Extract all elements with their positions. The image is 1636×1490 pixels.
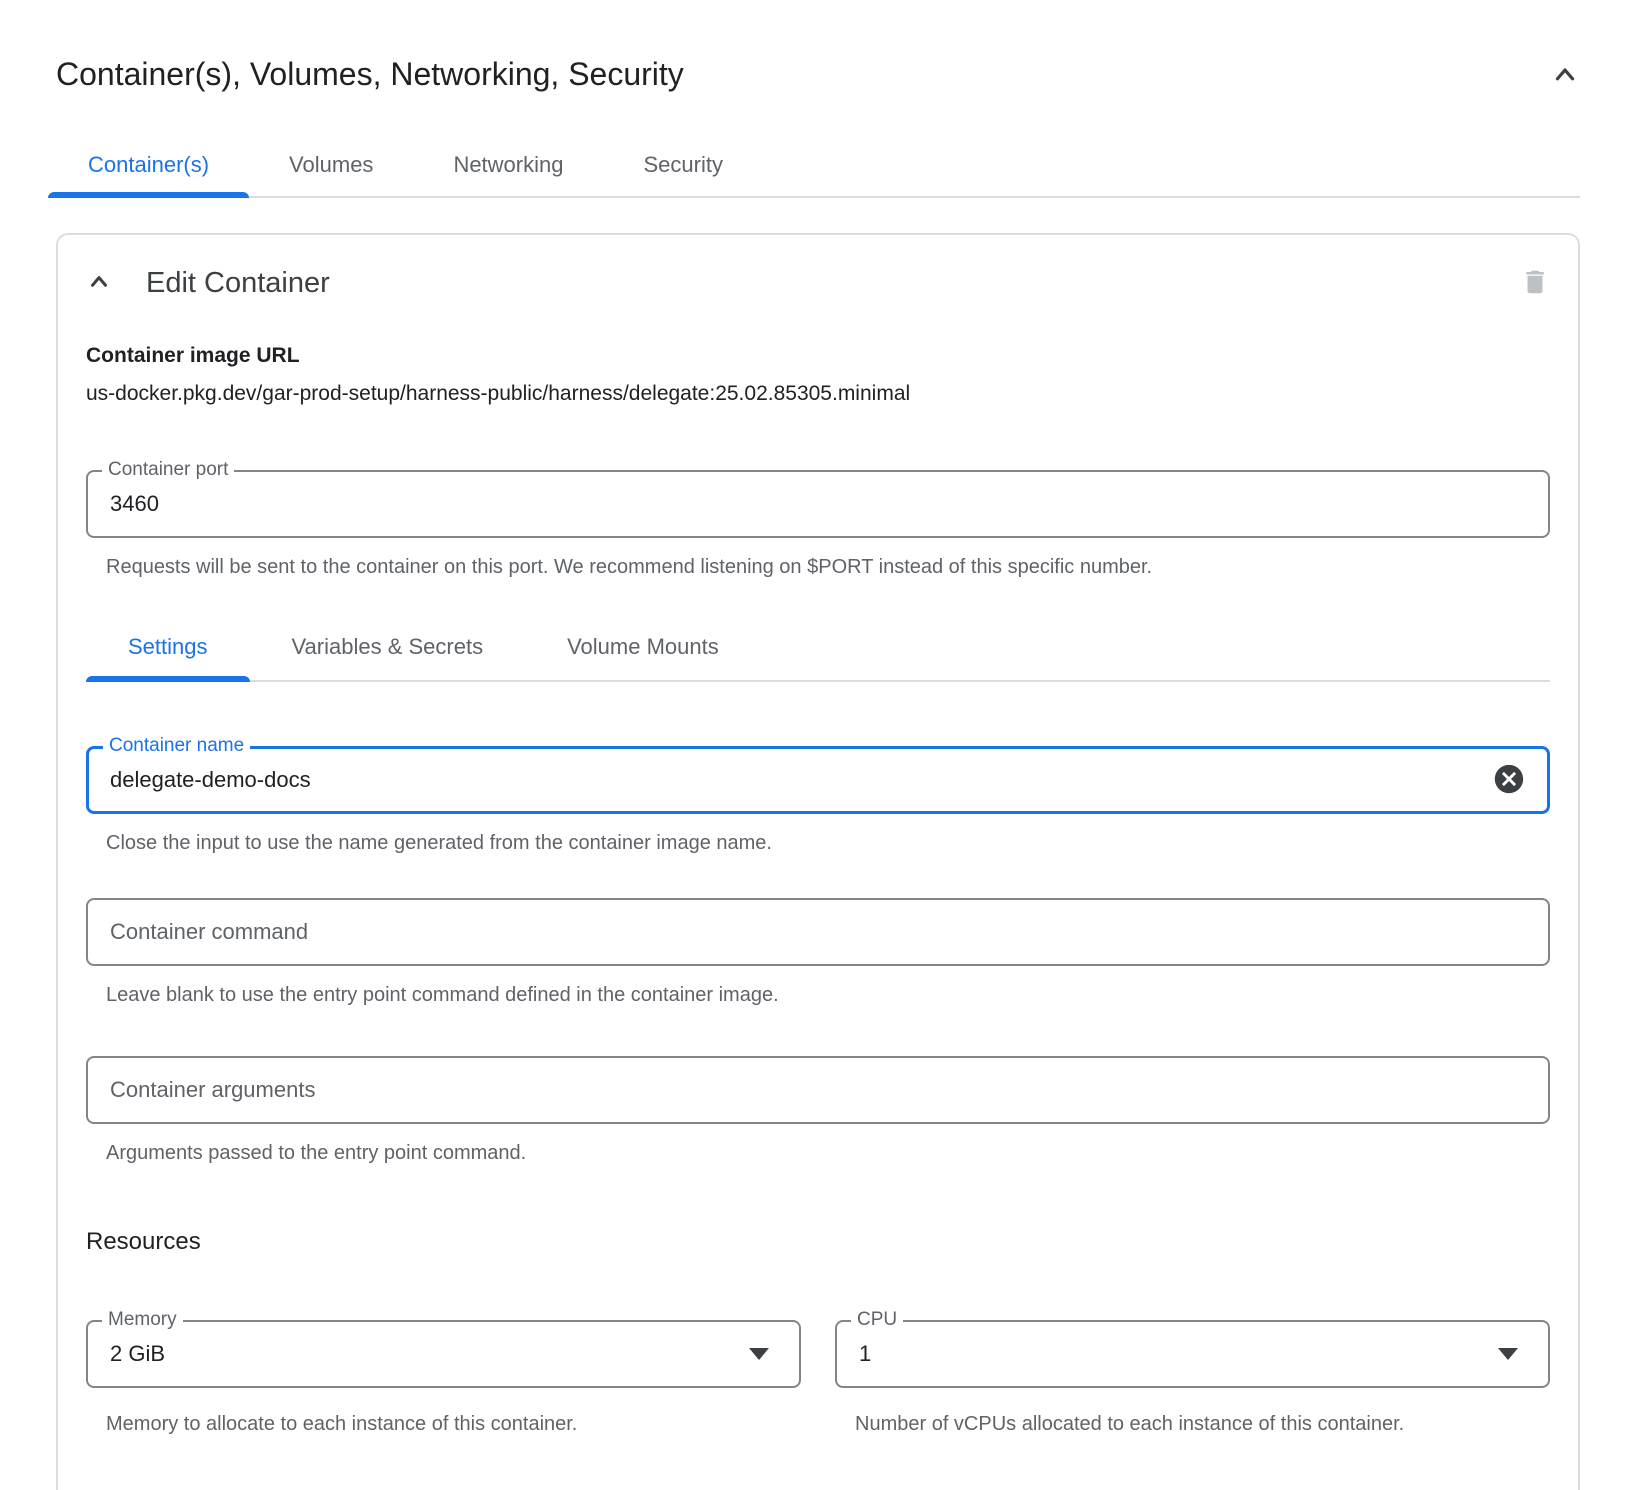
container-arguments-field[interactable] (86, 1056, 1550, 1124)
container-arguments-help: Arguments passed to the entry point comm… (106, 1140, 1550, 1166)
container-port-help: Requests will be sent to the container o… (106, 554, 1550, 580)
cpu-column: CPU 1 Number of vCPUs allocated to each … (835, 1320, 1550, 1442)
panel-header: Container(s), Volumes, Networking, Secur… (56, 54, 1580, 94)
resources-row: Memory 2 GiB Memory to allocate to each … (86, 1320, 1550, 1442)
resources-heading: Resources (86, 1228, 1550, 1256)
tab-containers[interactable]: Container(s) (48, 128, 249, 196)
chevron-up-icon (1550, 60, 1580, 93)
container-image-url-value: us-docker.pkg.dev/gar-prod-setup/harness… (86, 382, 1550, 406)
cpu-select[interactable]: CPU 1 (835, 1320, 1550, 1388)
cpu-help: Number of vCPUs allocated to each instan… (855, 1406, 1415, 1442)
container-name-input[interactable] (110, 767, 1492, 793)
memory-help: Memory to allocate to each instance of t… (106, 1406, 801, 1442)
memory-column: Memory 2 GiB Memory to allocate to each … (86, 1320, 801, 1442)
trash-icon (1520, 267, 1550, 300)
container-name-help: Close the input to use the name generate… (106, 830, 1550, 856)
caret-down-icon (749, 1348, 769, 1360)
memory-label: Memory (102, 1309, 183, 1331)
memory-value: 2 GiB (110, 1341, 165, 1367)
edit-container-card: Edit Container Container image URL us-do… (56, 233, 1580, 1490)
edit-container-collapse-button[interactable] (86, 269, 112, 298)
container-name-field[interactable]: Container name (86, 746, 1550, 814)
page-title: Container(s), Volumes, Networking, Secur… (56, 54, 684, 94)
container-port-value: 3460 (110, 491, 159, 517)
tab-variables-secrets[interactable]: Variables & Secrets (250, 624, 526, 680)
cpu-value: 1 (859, 1341, 871, 1367)
delete-container-button[interactable] (1520, 267, 1550, 300)
container-port-label: Container port (102, 459, 234, 481)
tab-settings[interactable]: Settings (86, 624, 250, 680)
tab-networking[interactable]: Networking (413, 128, 603, 196)
chevron-up-icon (86, 269, 112, 298)
container-name-label: Container name (103, 735, 250, 757)
container-command-input[interactable] (110, 919, 1526, 945)
container-port-field[interactable]: Container port 3460 (86, 470, 1550, 538)
caret-down-icon (1498, 1348, 1518, 1360)
container-command-help: Leave blank to use the entry point comma… (106, 982, 1550, 1008)
container-command-field[interactable] (86, 898, 1550, 966)
cpu-label: CPU (851, 1309, 903, 1331)
edit-container-header: Edit Container (86, 267, 1550, 300)
clear-name-button[interactable] (1492, 762, 1526, 799)
section-tabs: Container(s) Volumes Networking Security (48, 128, 1580, 198)
container-image-url-label: Container image URL (86, 344, 1550, 368)
container-tabs: Settings Variables & Secrets Volume Moun… (86, 624, 1550, 682)
memory-select[interactable]: Memory 2 GiB (86, 1320, 801, 1388)
tab-volume-mounts[interactable]: Volume Mounts (525, 624, 761, 680)
panel-collapse-button[interactable] (1550, 60, 1580, 93)
cancel-icon (1492, 762, 1526, 799)
edit-container-title: Edit Container (146, 267, 330, 300)
tab-volumes[interactable]: Volumes (249, 128, 413, 196)
tab-security[interactable]: Security (603, 128, 762, 196)
container-arguments-input[interactable] (110, 1077, 1526, 1103)
container-config-panel: Container(s), Volumes, Networking, Secur… (0, 0, 1636, 1490)
